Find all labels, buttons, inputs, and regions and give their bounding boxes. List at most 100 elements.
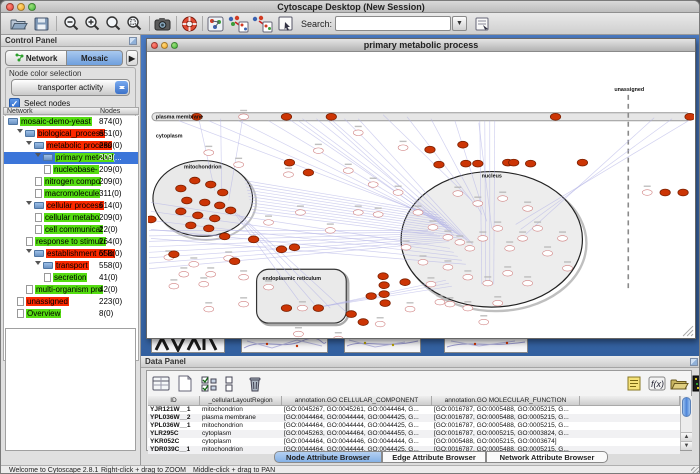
graph-node-orange[interactable]	[379, 291, 389, 298]
graph-node-orange[interactable]	[525, 160, 535, 167]
expand-arrow-icon[interactable]	[17, 129, 23, 136]
attribute-table[interactable]: ID_cellularLayoutRegionannotation.GO CEL…	[148, 396, 680, 450]
graph-node-white[interactable]	[234, 162, 244, 168]
tree-row[interactable]: metabolic process280(0)	[4, 140, 138, 152]
graph-node-orange[interactable]	[508, 159, 518, 166]
table-cell[interactable]: YJR121W__1	[148, 406, 200, 414]
table-cell[interactable]: [GO:0045267, GO:0045261, GO:0044464, G..…	[282, 406, 432, 414]
graph-node-white[interactable]	[563, 265, 573, 271]
graph-node-orange[interactable]	[225, 207, 235, 214]
zoom-in-icon[interactable]	[83, 15, 102, 33]
graph-node-white[interactable]	[343, 168, 353, 174]
unselect-attributes-icon[interactable]	[221, 374, 241, 393]
graph-node-white[interactable]	[325, 228, 335, 234]
graph-node-white[interactable]	[264, 284, 274, 290]
graph-node-white[interactable]	[413, 210, 423, 216]
tree-row[interactable]: nitrogen compo209(0)	[4, 176, 138, 188]
graph-node-white[interactable]	[189, 261, 199, 267]
tree-item-label[interactable]: nitrogen compo	[44, 177, 101, 186]
graph-node-orange[interactable]	[281, 305, 291, 312]
table-cell[interactable]: mitochondrion	[200, 406, 282, 414]
graph-node-orange[interactable]	[218, 189, 228, 196]
float-panel-icon[interactable]	[129, 37, 137, 45]
canvas-resize-grip[interactable]	[691, 334, 693, 336]
graph-node-orange[interactable]	[380, 300, 390, 307]
table-cell[interactable]: cytoplasm	[200, 430, 282, 438]
table-cell[interactable]: [GO:0016787, GO:0005488, GO:0005215, G..…	[432, 422, 580, 430]
graph-node-white[interactable]	[375, 321, 385, 327]
expand-arrow-icon[interactable]	[35, 261, 41, 268]
annotation-icon[interactable]	[276, 15, 295, 33]
graph-node-orange[interactable]	[379, 282, 389, 289]
graph-node-white[interactable]	[558, 236, 568, 242]
graph-node-orange[interactable]	[400, 279, 410, 286]
tree-row[interactable]: macromolecule311(0)	[4, 188, 138, 200]
graph-node-white[interactable]	[523, 280, 533, 286]
graph-node-white[interactable]	[642, 190, 652, 196]
zoom-fit-icon[interactable]	[104, 15, 123, 33]
graph-node-orange[interactable]	[366, 293, 376, 300]
graph-node-orange[interactable]	[276, 246, 286, 253]
save-icon[interactable]	[32, 15, 51, 33]
graph-node-white[interactable]	[239, 301, 249, 307]
tree-row[interactable]: establishment of lo558(0)	[4, 248, 138, 260]
graph-node-white[interactable]	[543, 251, 553, 257]
graph-node-orange[interactable]	[281, 113, 291, 120]
graph-node-white[interactable]	[353, 130, 363, 136]
graph-node-orange[interactable]	[289, 244, 299, 251]
graph-node-orange[interactable]	[220, 233, 230, 240]
graph-node-white[interactable]	[239, 274, 249, 280]
column-header[interactable]: annotation.GO MOLECULAR_FUNCTION	[432, 396, 580, 406]
table-cell[interactable]: [GO:0044464, GO:0044444, GO:0044425, G..…	[282, 414, 432, 422]
graph-node-white[interactable]	[463, 305, 473, 311]
column-header[interactable]: _cellularLayoutRegion	[200, 396, 282, 406]
graph-node-white[interactable]	[239, 114, 249, 120]
graph-node-orange[interactable]	[182, 197, 192, 204]
expand-arrow-icon[interactable]	[26, 141, 32, 148]
graph-node-white[interactable]	[518, 236, 528, 242]
graph-node-white[interactable]	[405, 306, 415, 312]
graph-node-orange[interactable]	[326, 113, 336, 120]
graph-node-orange[interactable]	[284, 159, 294, 166]
graph-node-white[interactable]	[533, 226, 543, 232]
copy-style-icon[interactable]	[227, 15, 246, 33]
graph-node-orange[interactable]	[473, 160, 483, 167]
graph-node-orange[interactable]	[313, 305, 323, 312]
graph-node-orange[interactable]	[660, 189, 670, 196]
graph-node-orange[interactable]	[176, 208, 186, 215]
graph-node-white[interactable]	[478, 236, 488, 242]
graph-node-orange[interactable]	[193, 212, 203, 219]
graph-node-white[interactable]	[169, 283, 179, 289]
graph-node-orange[interactable]	[248, 236, 258, 243]
graph-node-orange[interactable]	[577, 159, 587, 166]
graph-node-white[interactable]	[313, 148, 323, 154]
search-input[interactable]	[335, 16, 451, 31]
tree-item-label[interactable]: multi-organism pro	[35, 285, 103, 294]
graph-node-white[interactable]	[199, 281, 209, 287]
graph-node-orange[interactable]	[190, 177, 200, 184]
graph-node-white[interactable]	[398, 145, 408, 151]
tree-item-label[interactable]: cellular metabo	[44, 213, 100, 222]
tree-item-label[interactable]: cellular process	[46, 201, 104, 210]
tree-item-label[interactable]: response to stimulu	[35, 237, 106, 246]
graph-node-orange[interactable]	[346, 311, 356, 318]
delete-attribute-icon[interactable]	[245, 374, 265, 393]
search-options-icon[interactable]	[473, 15, 492, 33]
graph-node-white[interactable]	[368, 182, 378, 188]
graph-node-white[interactable]	[523, 206, 533, 212]
table-cell[interactable]: [GO:0016787, GO:0005488, GO:0005215, G..…	[432, 414, 580, 422]
graph-node-white[interactable]	[455, 240, 465, 246]
graph-node-orange[interactable]	[458, 141, 468, 148]
graph-node-white[interactable]	[353, 210, 363, 216]
graph-node-white[interactable]	[498, 196, 508, 202]
graph-node-white[interactable]	[204, 150, 214, 156]
tree-row[interactable]: multi-organism pro42(0)	[4, 284, 138, 296]
graph-node-orange[interactable]	[169, 251, 179, 258]
import-attributes-icon[interactable]	[669, 374, 689, 393]
tree-item-label[interactable]: transport	[55, 261, 89, 270]
graph-node-white[interactable]	[283, 172, 293, 178]
matrix-view-icon[interactable]	[691, 374, 700, 393]
graph-node-white[interactable]	[393, 190, 403, 196]
graph-node-white[interactable]	[493, 226, 503, 232]
table-cell[interactable]: [GO:0044464, GO:0044444, GO:0044425, G..…	[282, 422, 432, 430]
